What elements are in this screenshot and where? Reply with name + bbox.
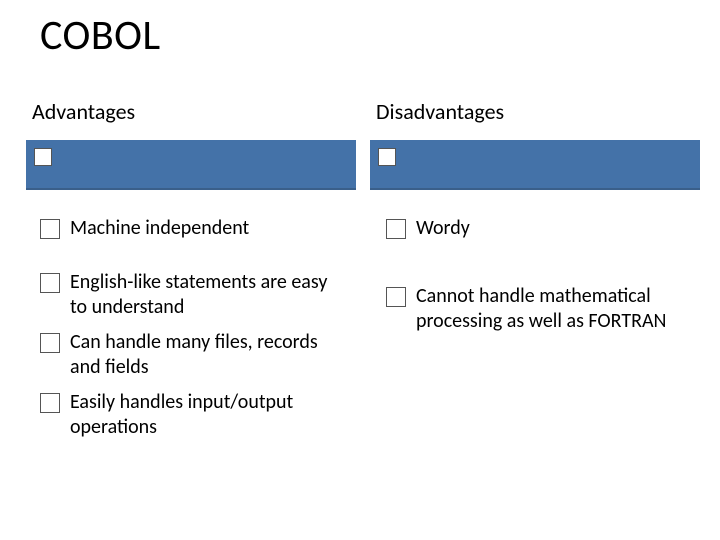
checkbox-icon [40,219,60,239]
checkbox-icon [378,148,396,166]
checkbox-icon [40,393,60,413]
advantage-item: English-like statements are easy to unde… [40,270,340,320]
checkbox-icon [40,273,60,293]
advantage-item: Machine independent [40,216,340,241]
disadvantages-bar [370,140,700,190]
disadvantage-item: Cannot handle mathematical processing as… [386,284,696,334]
advantage-item: Easily handles input/output operations [40,390,340,440]
disadvantage-item: Wordy [386,216,686,241]
advantage-text: Machine independent [70,216,249,241]
slide: COBOL Advantages Disadvantages Machine i… [0,0,720,540]
checkbox-icon [386,219,406,239]
disadvantage-text: Wordy [416,216,470,241]
advantage-text: Can handle many files, records and field… [70,330,340,380]
disadvantages-header: Disadvantages [376,98,504,125]
advantage-text: Easily handles input/output operations [70,390,340,440]
checkbox-icon [34,148,52,166]
slide-title: COBOL [40,10,161,61]
checkbox-icon [40,333,60,353]
checkbox-icon [386,287,406,307]
advantage-text: English-like statements are easy to unde… [70,270,340,320]
disadvantage-text: Cannot handle mathematical processing as… [416,284,696,334]
advantages-bar [26,140,356,190]
advantage-item: Can handle many files, records and field… [40,330,340,380]
advantages-header: Advantages [32,98,135,125]
